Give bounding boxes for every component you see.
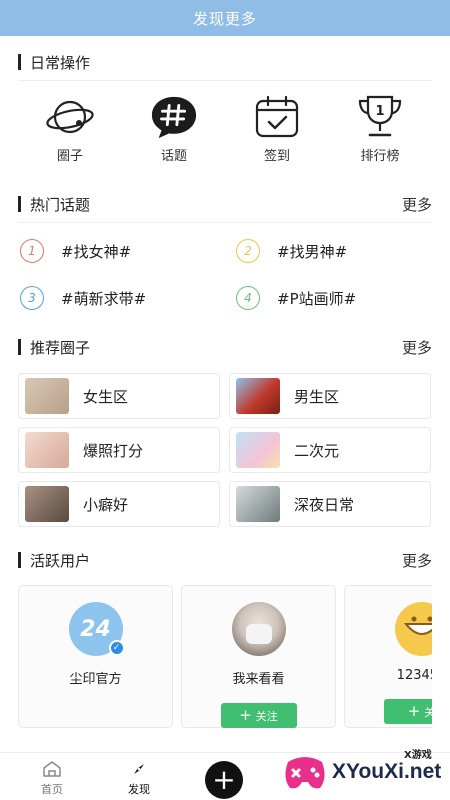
svg-text:1: 1 (375, 104, 384, 119)
user-card[interactable]: 123456 + 关 (344, 585, 432, 728)
nav-label: 首页 (41, 783, 63, 796)
compass-icon (109, 759, 169, 779)
section-topics-header: 热门话题 更多 (18, 194, 432, 214)
topic-text: #萌新求带# (61, 289, 147, 308)
divider (18, 80, 432, 81)
circles-more-link[interactable]: 更多 (402, 337, 432, 358)
section-bar (18, 552, 21, 568)
circle-thumbnail (25, 432, 69, 468)
trophy-icon: 1 (356, 95, 404, 139)
circle-card[interactable]: 男生区 (229, 373, 431, 419)
topic-item[interactable]: 3 #萌新求带# (20, 286, 146, 310)
topic-rank: 2 (236, 239, 260, 263)
hashtag-bubble-icon (150, 95, 198, 139)
user-card[interactable]: 24 ✓ 尘印官方 (18, 585, 173, 728)
section-bar (18, 196, 21, 212)
watermark: X游戏 XYouXi.net (280, 740, 450, 800)
section-title: 推荐圈子 (30, 338, 91, 357)
plus-icon[interactable]: + (205, 761, 243, 799)
topic-text: #找男神# (277, 242, 348, 261)
circle-card[interactable]: 二次元 (229, 427, 431, 473)
circle-name: 男生区 (294, 387, 340, 406)
circle-name: 二次元 (294, 441, 340, 460)
section-users-header: 活跃用户 更多 (18, 550, 432, 570)
op-topic[interactable]: 话题 (134, 95, 214, 164)
circle-card[interactable]: 爆照打分 (18, 427, 220, 473)
users-more-link[interactable]: 更多 (402, 550, 432, 571)
plus-icon: + (239, 706, 252, 724)
section-daily-header: 日常操作 (18, 52, 432, 72)
topic-rank: 4 (236, 286, 260, 310)
section-circles-header: 推荐圈子 更多 (18, 337, 432, 357)
circle-thumbnail (236, 378, 280, 414)
follow-label: 关注 (255, 709, 278, 723)
top-bar: 发现更多 (0, 0, 450, 36)
grin-face-icon (403, 616, 432, 635)
section-title: 日常操作 (30, 53, 91, 72)
user-name: 123456 (396, 668, 432, 683)
section-title: 活跃用户 (30, 551, 91, 570)
section-bar (18, 339, 21, 355)
watermark-small: X游戏 (404, 750, 432, 761)
circle-name: 小癖好 (83, 495, 129, 514)
circle-card[interactable]: 小癖好 (18, 481, 220, 527)
user-name: 我来看看 (232, 672, 285, 687)
watermark-big: XYouXi.net (332, 760, 442, 783)
circle-thumbnail (236, 486, 280, 522)
circle-thumbnail (236, 432, 280, 468)
avatar (231, 602, 286, 656)
user-card[interactable]: 我来看看 + 关注 (181, 585, 336, 728)
circle-thumbnail (25, 378, 69, 414)
gamepad-logo-icon (285, 757, 325, 789)
user-name: 尘印官方 (69, 672, 122, 687)
nav-home[interactable]: 首页 (22, 759, 82, 797)
op-label: 签到 (263, 149, 290, 164)
follow-button[interactable]: + 关注 (220, 703, 297, 728)
page-title: 发现更多 (192, 9, 257, 28)
nav-discover[interactable]: 发现 (109, 759, 169, 797)
circle-card[interactable]: 深夜日常 (229, 481, 431, 527)
op-checkin[interactable]: 签到 (237, 95, 317, 164)
topic-item[interactable]: 1 #找女神# (20, 239, 131, 263)
op-label: 排行榜 (360, 149, 400, 164)
topics-more-link[interactable]: 更多 (402, 194, 432, 215)
op-label: 话题 (160, 149, 187, 164)
calendar-check-icon (253, 95, 301, 139)
topic-item[interactable]: 2 #找男神# (236, 239, 347, 263)
topic-rank: 3 (20, 286, 44, 310)
avatar (394, 602, 432, 656)
planet-icon (46, 95, 94, 139)
follow-button[interactable]: + 关 (383, 699, 432, 724)
plus-icon: + (407, 702, 421, 720)
topic-rank: 1 (20, 239, 44, 263)
topic-item[interactable]: 4 #P站画师# (236, 286, 356, 310)
active-users-list[interactable]: 24 ✓ 尘印官方 我来看看 + 关注 123456 + 关 (18, 585, 432, 730)
topic-text: #找女神# (61, 242, 132, 261)
home-icon (22, 759, 82, 779)
nav-label: 发现 (128, 783, 150, 796)
daily-ops: 圈子 话题 签到 1 排行榜 (0, 95, 450, 170)
section-title: 热门话题 (30, 195, 91, 214)
circle-thumbnail (25, 486, 69, 522)
verified-icon: ✓ (108, 640, 125, 656)
op-label: 圈子 (56, 149, 83, 164)
avatar: 24 ✓ (68, 602, 125, 656)
circle-name: 深夜日常 (294, 495, 355, 514)
mask-shape (245, 624, 272, 644)
topic-text: #P站画师# (277, 289, 357, 308)
circle-name: 女生区 (83, 387, 129, 406)
op-circle[interactable]: 圈子 (30, 95, 110, 164)
divider (18, 222, 432, 223)
follow-label: 关 (424, 705, 432, 719)
op-ranking[interactable]: 1 排行榜 (340, 95, 420, 164)
section-bar (18, 54, 21, 70)
circle-name: 爆照打分 (83, 441, 144, 460)
circle-card[interactable]: 女生区 (18, 373, 220, 419)
avatar-text: 24 (80, 616, 111, 642)
